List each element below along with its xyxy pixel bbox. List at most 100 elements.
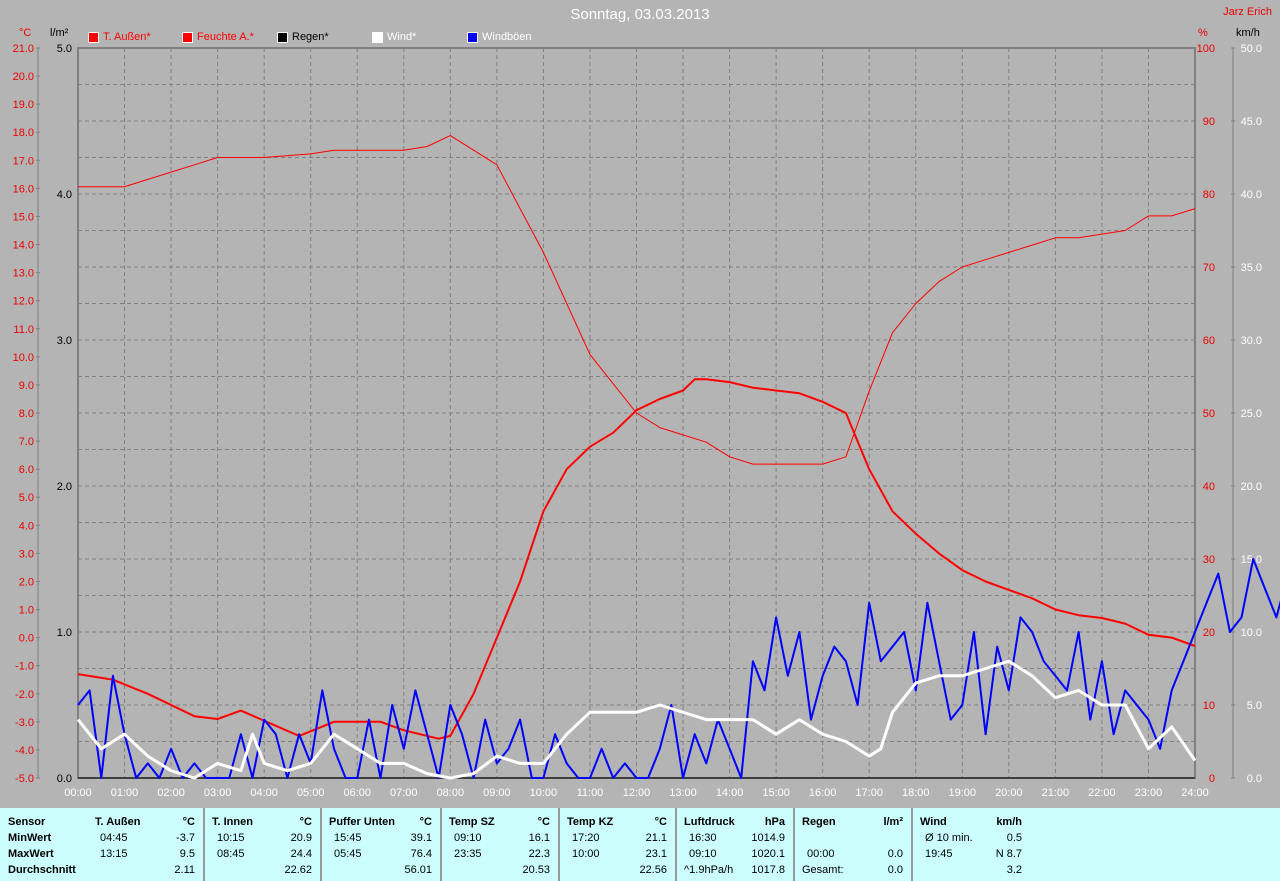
time-tick-label: 05:00 bbox=[297, 787, 325, 799]
humidity-tick-label: 80 bbox=[1203, 189, 1215, 201]
temp-tick-label: 3.0 bbox=[19, 548, 34, 560]
wind-tick-label: 10.0 bbox=[1241, 627, 1262, 639]
temp-tick-label: -1.0 bbox=[15, 661, 34, 673]
table-cell: 1014.9 bbox=[751, 832, 785, 844]
humidity-tick-label: 70 bbox=[1203, 262, 1215, 274]
table-cell: Temp KZ bbox=[567, 816, 614, 828]
time-tick-label: 16:00 bbox=[809, 787, 837, 799]
time-tick-label: 09:00 bbox=[483, 787, 511, 799]
wind-tick-label: 20.0 bbox=[1241, 481, 1262, 493]
table-cell: 2.11 bbox=[174, 864, 195, 876]
table-cell: Temp SZ bbox=[449, 816, 495, 828]
humidity-tick-label: 90 bbox=[1203, 116, 1215, 128]
time-tick-label: 15:00 bbox=[762, 787, 790, 799]
temp-tick-label: 19.0 bbox=[13, 99, 34, 111]
humidity-tick-label: 20 bbox=[1203, 627, 1215, 639]
rain-unit-label: l/m² bbox=[50, 27, 69, 39]
legend-swatch bbox=[88, 31, 99, 43]
table-cell: km/h bbox=[996, 816, 1022, 828]
table-cell: 1020.1 bbox=[751, 848, 785, 860]
table-cell: °C bbox=[537, 816, 550, 828]
table-cell: 22.56 bbox=[639, 864, 667, 876]
time-tick-label: 13:00 bbox=[669, 787, 697, 799]
time-tick-label: 03:00 bbox=[204, 787, 232, 799]
table-column: Regen l/m² 00:00 0.0 Gesamt: 0.0 bbox=[795, 808, 913, 881]
time-tick-label: 00:00 bbox=[64, 787, 92, 799]
weather-chart: 21.0 20.0 19.0 18.0 17.0 16.0 15.0 14.0 13.0 12.0… bbox=[13, 43, 1280, 799]
table-cell: 20.9 bbox=[290, 832, 312, 844]
humidity-tick-label: 30 bbox=[1203, 554, 1215, 566]
legend-swatch bbox=[277, 31, 288, 43]
temp-tick-label: 8.0 bbox=[19, 408, 34, 420]
temp-tick-label: 0.0 bbox=[19, 633, 34, 645]
table-cell: Luftdruck bbox=[684, 816, 735, 828]
table-cell: 10:00 bbox=[572, 848, 600, 860]
table-cell: 24.4 bbox=[290, 848, 312, 860]
table-cell: °C bbox=[419, 816, 432, 828]
table-cell: Regen bbox=[802, 816, 836, 828]
time-tick-label: 08:00 bbox=[437, 787, 465, 799]
temp-tick-label: 9.0 bbox=[19, 380, 34, 392]
legend-swatch bbox=[372, 31, 383, 43]
table-cell: T. Innen bbox=[212, 816, 253, 828]
time-tick-label: 01:00 bbox=[111, 787, 139, 799]
table-column: Sensor MinWert MaxWert Durchschnitt bbox=[0, 808, 88, 881]
time-tick-label: 21:00 bbox=[1042, 787, 1070, 799]
table-cell: °C bbox=[182, 816, 195, 828]
table-cell: 1017.8 bbox=[751, 864, 785, 876]
time-tick-label: 10:00 bbox=[530, 787, 558, 799]
table-column: Temp SZ °C 09:10 16.1 23:35 22.3 20.53 bbox=[442, 808, 560, 881]
table-cell: l/m² bbox=[883, 816, 903, 828]
temp-unit-label: °C bbox=[19, 27, 32, 39]
time-tick-label: 12:00 bbox=[623, 787, 651, 799]
hum-unit-label: % bbox=[1198, 27, 1208, 39]
table-cell: 0.0 bbox=[887, 848, 903, 860]
wind-tick-label: 30.0 bbox=[1241, 335, 1262, 347]
temp-tick-label: 17.0 bbox=[13, 155, 34, 167]
legend-regen[interactable]: Regen* bbox=[277, 31, 329, 43]
table-cell: °C bbox=[654, 816, 667, 828]
legend-windboeen[interactable]: Windböen bbox=[467, 31, 532, 43]
table-cell: 15:45 bbox=[334, 832, 362, 844]
table-cell: N 8.7 bbox=[995, 848, 1022, 860]
table-cell: 16:30 bbox=[689, 832, 717, 844]
legend-t-aussen[interactable]: T. Außen* bbox=[88, 31, 151, 43]
time-tick-label: 22:00 bbox=[1088, 787, 1116, 799]
legend-wind[interactable]: Wind* bbox=[372, 31, 416, 43]
table-cell: T. Außen bbox=[95, 816, 141, 828]
table-cell: 17:20 bbox=[572, 832, 600, 844]
table-cell: 16.1 bbox=[528, 832, 550, 844]
rain-tick-label: 1.0 bbox=[57, 627, 72, 639]
table-cell: 10:15 bbox=[217, 832, 245, 844]
table-cell: 00:00 bbox=[807, 848, 835, 860]
humidity-tick-label: 10 bbox=[1203, 700, 1215, 712]
table-cell: ^1.9hPa/h bbox=[684, 864, 734, 876]
temp-tick-label: 13.0 bbox=[13, 268, 34, 280]
table-column: Puffer Unten °C 15:45 39.1 05:45 76.4 56.01 bbox=[322, 808, 442, 881]
table-cell: °C bbox=[299, 816, 312, 828]
humidity-tick-label: 60 bbox=[1203, 335, 1215, 347]
time-tick-label: 02:00 bbox=[157, 787, 185, 799]
table-cell: Puffer Unten bbox=[329, 816, 395, 828]
table-cell: 21.1 bbox=[645, 832, 667, 844]
table-cell: MaxWert bbox=[8, 848, 54, 860]
legend-swatch bbox=[467, 31, 478, 43]
rain-tick-label: 2.0 bbox=[57, 481, 72, 493]
wind-tick-label: 5.0 bbox=[1247, 700, 1262, 712]
rain-tick-label: 4.0 bbox=[57, 189, 72, 201]
table-cell: 23.1 bbox=[645, 848, 667, 860]
legend-feuchte[interactable]: Feuchte A.* bbox=[182, 31, 254, 43]
time-tick-label: 14:00 bbox=[716, 787, 744, 799]
table-cell: -3.7 bbox=[176, 832, 195, 844]
table-cell: 22.3 bbox=[528, 848, 550, 860]
time-tick-label: 11:00 bbox=[577, 787, 604, 799]
table-cell: 9.5 bbox=[179, 848, 195, 860]
legend-label: Regen* bbox=[292, 31, 329, 43]
temp-tick-label: 20.0 bbox=[13, 71, 34, 83]
wind-tick-label: 40.0 bbox=[1241, 189, 1262, 201]
wind-tick-label: 0.0 bbox=[1247, 773, 1262, 785]
table-cell: Sensor bbox=[8, 816, 46, 828]
table-cell: 09:10 bbox=[689, 848, 717, 860]
table-cell: 20.53 bbox=[522, 864, 550, 876]
table-cell: 04:45 bbox=[100, 832, 128, 844]
